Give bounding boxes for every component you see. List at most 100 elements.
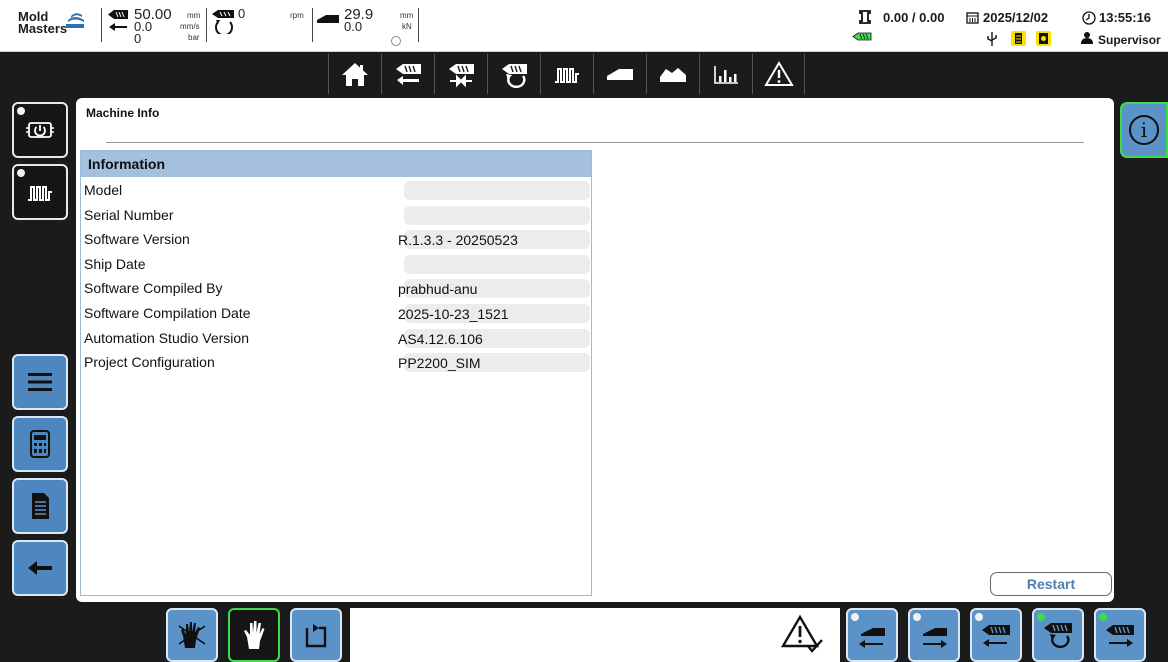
user-icon — [1081, 32, 1093, 44]
info-row-label: Ship Date — [84, 255, 146, 272]
manual-gloves-button[interactable] — [166, 608, 218, 662]
info-row-value — [404, 205, 590, 225]
info-row: Project Configuration PP2200_SIM — [81, 349, 591, 374]
power-button[interactable] — [12, 102, 68, 158]
injection-icon[interactable] — [381, 54, 434, 94]
status-led — [17, 169, 25, 177]
info-row-label: Automation Studio Version — [84, 329, 249, 346]
injection-back-icon — [982, 625, 1010, 647]
arrow-left-icon — [109, 23, 127, 31]
screw-rpm-value: 0 — [238, 6, 246, 21]
status-indicator — [391, 36, 401, 46]
time-display: 13:55:16 — [1099, 10, 1152, 25]
statistics-icon[interactable] — [699, 54, 752, 94]
info-row-label: Project Configuration — [84, 354, 215, 371]
manual-hand-icon — [244, 621, 265, 649]
home-icon[interactable] — [328, 54, 381, 94]
back-icon — [28, 561, 52, 575]
restart-button[interactable]: Restart — [990, 572, 1112, 596]
power-icon — [26, 122, 54, 138]
clamp-force-unit: kN — [402, 22, 412, 31]
storage-icon — [1011, 31, 1026, 46]
info-row-value: prabhud-anu — [398, 279, 590, 299]
app-window: Mold Masters 50.00 0.0 0 mm mm/s bar 0 r… — [0, 0, 1168, 662]
injection-pressure-value: 0 — [134, 31, 142, 46]
info-row-value: AS4.12.6.106 — [398, 328, 590, 348]
divider — [206, 8, 207, 42]
user-name[interactable]: Supervisor — [1098, 33, 1161, 47]
clamp-force-value: 0.0 — [344, 19, 363, 34]
cycle-button[interactable] — [290, 608, 342, 662]
temperature-icon[interactable] — [540, 54, 593, 94]
alarm-icon[interactable] — [752, 54, 805, 94]
brand-logo: Mold Masters — [18, 10, 92, 44]
message-area — [350, 608, 840, 662]
cycle-values: 0.00 / 0.00 — [883, 10, 945, 25]
recording-icon — [1036, 31, 1051, 46]
info-row-label: Software Compilation Date — [84, 304, 251, 321]
divider — [106, 142, 1084, 143]
clamp-close-icon — [859, 628, 885, 648]
screw-recovery-button[interactable] — [1032, 608, 1084, 662]
injection-forward-button[interactable] — [1094, 608, 1146, 662]
injection-back-button[interactable] — [970, 608, 1022, 662]
info-row: Automation Studio Version AS4.12.6.106 — [81, 325, 591, 350]
document-icon — [32, 493, 49, 519]
clamp-open-button[interactable] — [908, 608, 960, 662]
document-button[interactable] — [12, 478, 68, 534]
info-row-value: R.1.3.3 - 20250523 — [398, 230, 590, 250]
divider — [101, 8, 102, 42]
usb-icon — [987, 32, 997, 46]
info-button[interactable]: i — [1120, 102, 1168, 158]
alarm-acknowledge-icon[interactable] — [780, 614, 824, 654]
back-button[interactable] — [12, 540, 68, 596]
clamp-close-button[interactable] — [846, 608, 898, 662]
info-row-value — [404, 254, 590, 274]
position-unit: mm — [187, 11, 201, 20]
brand-word-2: Masters — [18, 21, 68, 36]
recovery-icon[interactable] — [487, 54, 540, 94]
info-row-value — [404, 181, 590, 200]
calculator-icon — [30, 430, 50, 458]
clamp-icon[interactable] — [593, 54, 646, 94]
divider — [418, 8, 419, 42]
brand-mark-icon — [66, 13, 84, 28]
info-row-value: 2025-10-23_1521 — [398, 303, 590, 323]
screw-rotation-icon — [212, 10, 234, 34]
injection-screw-icon — [108, 10, 128, 19]
status-led — [1099, 613, 1107, 621]
info-row: Model — [81, 177, 591, 202]
speed-unit: mm/s — [180, 22, 200, 31]
pressure-unit: bar — [188, 33, 200, 42]
info-row-value-text: 2025-10-23_1521 — [398, 305, 509, 322]
status-led — [975, 613, 983, 621]
calculator-button[interactable] — [12, 416, 68, 472]
info-row: Software Version R.1.3.3 - 20250523 — [81, 226, 591, 251]
heater-icon — [28, 186, 52, 201]
status-led — [913, 613, 921, 621]
clamp-position-unit: mm — [400, 11, 414, 20]
mold-icon — [859, 10, 871, 24]
status-led — [1037, 613, 1045, 621]
clock-icon — [1082, 11, 1096, 25]
manual-hand-button[interactable] — [228, 608, 280, 662]
menu-button[interactable] — [12, 354, 68, 410]
rpm-unit: rpm — [290, 11, 304, 20]
status-led — [17, 107, 25, 115]
status-led — [851, 613, 859, 621]
profile-icon[interactable] — [646, 54, 699, 94]
hold-icon[interactable] — [434, 54, 487, 94]
info-row-value: PP2200_SIM — [398, 353, 590, 373]
info-row: Ship Date — [81, 251, 591, 276]
heater-button[interactable] — [12, 164, 68, 220]
page-title: Machine Info — [86, 106, 160, 120]
divider — [312, 8, 313, 42]
status-bar: Mold Masters 50.00 0.0 0 mm mm/s bar 0 r… — [0, 0, 1168, 52]
top-navigation — [328, 54, 805, 94]
injection-unit-icon — [852, 32, 872, 41]
clamp-icon — [317, 15, 339, 23]
info-row-label: Serial Number — [84, 206, 174, 223]
info-row-value-text: R.1.3.3 - 20250523 — [398, 232, 518, 249]
information-table: Information Model Serial Number Software V… — [80, 150, 592, 596]
menu-icon — [28, 373, 52, 391]
